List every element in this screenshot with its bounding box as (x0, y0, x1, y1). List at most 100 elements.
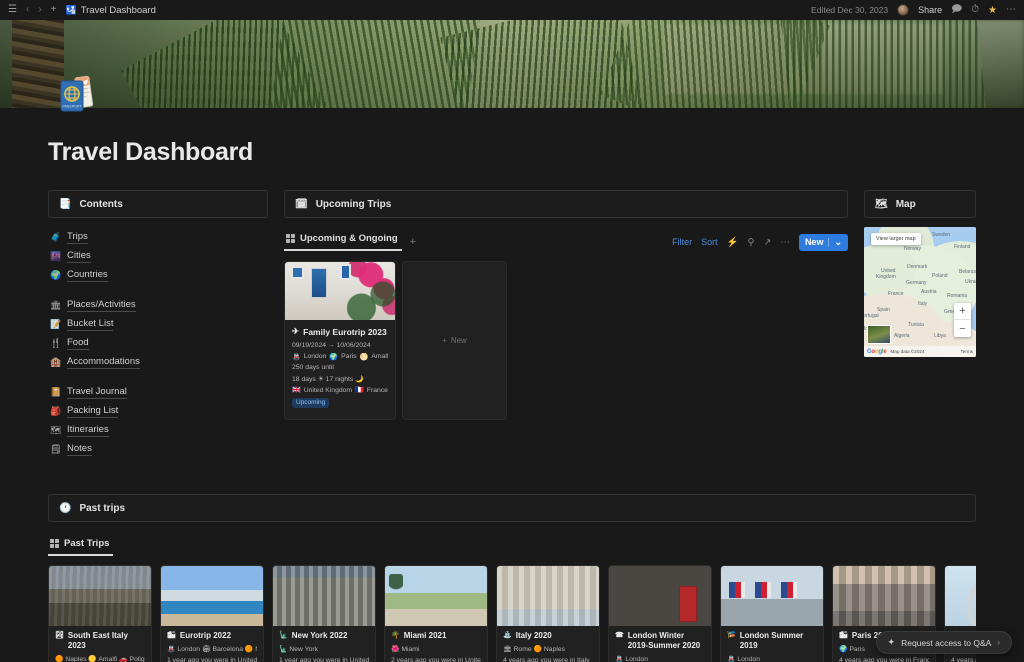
ellipsis-icon[interactable]: ⋯ (780, 237, 790, 248)
qa-label: Request access to Q&A (901, 637, 992, 648)
filter-button[interactable]: Filter (672, 237, 692, 247)
sidebar-item-notes[interactable]: 🗒 Notes (48, 440, 268, 459)
window (340, 264, 351, 280)
contents-header: 📑 Contents (48, 190, 268, 218)
note-icon: 🗒 (50, 444, 62, 454)
chevron-down-icon[interactable]: ⌄ (834, 237, 842, 248)
map-label: Libya (934, 333, 946, 339)
tab-upcoming-and-ongoing[interactable]: Upcoming & Ongoing (284, 233, 402, 251)
sidebar-item-accommodations[interactable]: 🏨 Accommodations (48, 353, 268, 372)
sidebar-item-packing-list[interactable]: 🎒 Packing List (48, 402, 268, 421)
photo (609, 566, 711, 626)
city-label: Paris (341, 353, 357, 360)
cover-image (0, 20, 1024, 108)
sidebar-item-travel-journal[interactable]: 📔 Travel Journal (48, 383, 268, 402)
trip-card-title: ⛲ Italy 2020 (503, 631, 593, 641)
trip-cities: 🚇 London 🏟 Barcelona 🟠 N (167, 646, 257, 653)
clock-icon[interactable]: ⏱ (971, 5, 979, 15)
new-trip-card[interactable]: + New (402, 261, 507, 420)
trip-card-image (833, 566, 935, 626)
sidebar-item-places-activities[interactable]: 🏛 Places/Activities (48, 296, 268, 315)
flag-icon: 🇫🇷 (355, 387, 364, 394)
add-view-button[interactable]: + (410, 236, 416, 248)
trip-card[interactable]: ⛲ Italy 2020 🏛 Rome 🟠 Naples 4 years ago… (496, 565, 600, 662)
google-logo: Google (867, 348, 887, 355)
trip-card[interactable]: 🗽 New York 2022 🗽 New York 1 year ago yo… (272, 565, 376, 662)
country-label: United Kingdom (303, 386, 353, 394)
trip-card-body: ☎ London Winter 2019-Summer 2020 🚇 Londo… (609, 626, 711, 662)
sidebar-item-trips[interactable]: 🧳 Trips (48, 228, 268, 247)
upcoming-gallery: ✈ Family Eurotrip 2023 09/19/2024 → 10/0… (284, 261, 848, 420)
top-bar-left: ☰ ‹ › + 🛂 Travel Dashboard (8, 5, 156, 16)
search-icon[interactable]: ⚲ (748, 237, 755, 248)
breadcrumb[interactable]: 🛂 Travel Dashboard (66, 5, 156, 16)
toc-label: Food (67, 337, 89, 350)
request-access-qa-button[interactable]: ✦ Request access to Q&A › (875, 631, 1012, 654)
flag-icon: 🇬🇧 (292, 387, 301, 394)
chevron-left-icon[interactable]: ‹ (26, 5, 29, 15)
map-label: Ukraine (965, 279, 976, 285)
page-title: Travel Dashboard (48, 138, 254, 166)
plus-icon[interactable]: + (51, 5, 57, 15)
trip-card[interactable]: 🏙 Eurotrip 2022 🚇 London 🏟 Barcelona 🟠 N… (160, 565, 264, 662)
trip-card[interactable]: 🏞 South East Italy 2023 🟠 Naples 🟡 Amalf… (48, 565, 152, 662)
trip-card[interactable]: 🎏 London Summer 2019 🚇 London 4 years ag… (720, 565, 824, 662)
trip-ago: 4 years ago you were in United K (951, 656, 976, 662)
expand-icon[interactable]: ↗ (763, 237, 771, 248)
map-label: Italy (918, 301, 928, 307)
trip-ago: 4 years ago you were in Italy (503, 656, 590, 662)
contents-icon: 📑 (59, 198, 72, 210)
trip-card[interactable]: ☎ London Winter 2019-Summer 2020 🚇 Londo… (608, 565, 712, 662)
chevron-right-icon[interactable]: › (38, 5, 41, 15)
landmark-icon: 🏛 (50, 300, 62, 310)
city-icon: 🌍 (329, 353, 339, 361)
share-button[interactable]: Share (918, 5, 942, 15)
hotel-icon: 🏨 (50, 357, 62, 367)
trip-card-image (609, 566, 711, 626)
zoom-in-button[interactable]: + (954, 303, 971, 320)
sidebar-item-countries[interactable]: 🌍 Countries (48, 266, 268, 285)
gallery-view-icon (50, 539, 59, 548)
toc-label: Countries (67, 269, 108, 282)
sidebar-item-itineraries[interactable]: 🗺 Itineraries (48, 421, 268, 440)
trip-card-image (385, 566, 487, 626)
new-button[interactable]: New ⌄ (798, 233, 848, 251)
map-terms-link[interactable]: Terms (960, 349, 973, 354)
map-street-view-thumbnail[interactable] (867, 325, 891, 344)
trip-card[interactable]: 🌴 Miami 2021 🌺 Miami 2 years ago you wer… (384, 565, 488, 662)
ellipsis-icon[interactable]: ⋯ (1006, 5, 1016, 15)
trip-card-family-eurotrip[interactable]: ✈ Family Eurotrip 2023 09/19/2024 → 10/0… (284, 261, 396, 420)
edited-timestamp: Edited Dec 30, 2023 (811, 5, 889, 15)
trip-card-title: 🗽 New York 2022 (279, 631, 369, 641)
country-label: France (366, 386, 388, 394)
trip-title-text: New York 2022 (291, 631, 348, 640)
zoom-out-button[interactable]: − (954, 320, 971, 337)
journal-icon: 📔 (50, 387, 62, 397)
sidebar-item-cities[interactable]: 🌆 Cities (48, 247, 268, 266)
view-larger-map-button[interactable]: View larger map (871, 233, 921, 245)
sort-button[interactable]: Sort (701, 237, 718, 247)
sparkle-icon: ✦ (887, 637, 896, 647)
trip-countries: 🇬🇧 United Kingdom 🇫🇷 France 🇮🇹 (292, 386, 388, 395)
hamburger-icon[interactable]: ☰ (8, 5, 17, 15)
top-bar-right: Edited Dec 30, 2023 Share 🗩 ⏱ ★ ⋯ (811, 4, 1016, 16)
photo (161, 566, 263, 626)
trip-countdown: 250 days until (292, 364, 334, 371)
sidebar-item-food[interactable]: 🍴 Food (48, 334, 268, 353)
map-embed[interactable]: Sweden Norway Finland Denmark United Kin… (864, 227, 976, 357)
trip-emoji-icon: 🏙 (839, 632, 848, 639)
map-label: Portugal (864, 313, 879, 319)
globe-icon: 🌍 (50, 270, 62, 280)
trip-card-body: ⛲ Italy 2020 🏛 Rome 🟠 Naples 4 years ago… (497, 626, 599, 662)
passport-icon[interactable]: PASSPORT (52, 70, 100, 118)
sidebar-item-bucket-list[interactable]: 📝 Bucket List (48, 315, 268, 334)
avatar[interactable] (897, 4, 910, 16)
tab-past-trips[interactable]: Past Trips (48, 538, 114, 556)
fork-knife-icon: 🍴 (50, 338, 62, 348)
trip-emoji-icon: 🎏 (727, 632, 736, 639)
star-icon[interactable]: ★ (988, 5, 997, 16)
lightning-icon[interactable]: ⚡ (727, 237, 739, 248)
comment-icon[interactable]: 🗩 (951, 5, 962, 15)
top-bar: ☰ ‹ › + 🛂 Travel Dashboard Edited Dec 30… (0, 0, 1024, 20)
trip-card-image (273, 566, 375, 626)
